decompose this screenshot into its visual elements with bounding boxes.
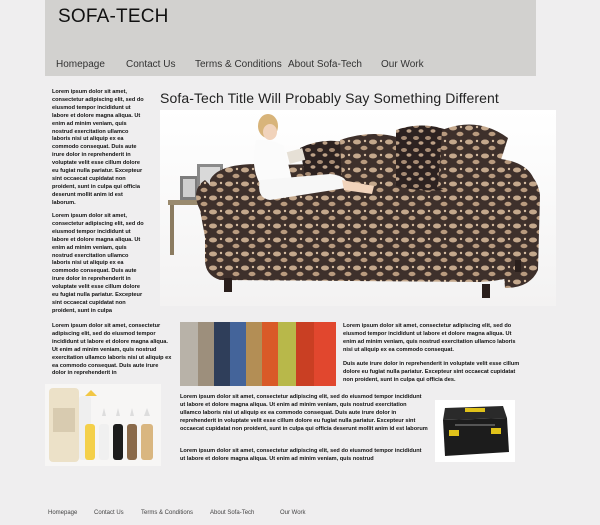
- left-paragraph-3: Lorem ipsum dolor sit amet, consectetur …: [52, 323, 172, 377]
- footer-about-sofa-tech[interactable]: About Sofa-Tech: [210, 510, 254, 516]
- right-paragraph-2: Duis aute irure dolor in reprehenderit i…: [343, 361, 520, 383]
- page-title: Sofa-Tech Title Will Probably Say Someth…: [160, 90, 499, 106]
- nav-contact-us[interactable]: Contact Us: [126, 59, 175, 70]
- nav-our-work[interactable]: Our Work: [381, 59, 424, 70]
- nav-about-sofa-tech[interactable]: About Sofa-Tech: [288, 59, 362, 70]
- nav-homepage[interactable]: Homepage: [56, 59, 105, 70]
- toolbox-image: [435, 400, 515, 462]
- center-paragraph-2: Lorem ipsum dolor sit amet, consectetur …: [180, 448, 422, 462]
- footer-homepage[interactable]: Homepage: [48, 510, 77, 516]
- footer-contact-us[interactable]: Contact Us: [94, 510, 124, 516]
- site-logo[interactable]: SOFA-TECH: [58, 6, 169, 28]
- right-paragraph-1: Lorem ipsum dolor sit amet, consectetur …: [343, 323, 516, 353]
- nav-terms-conditions[interactable]: Terms & Conditions: [195, 59, 282, 70]
- footer-terms-conditions[interactable]: Terms & Conditions: [141, 510, 193, 516]
- footer-our-work[interactable]: Our Work: [280, 510, 306, 516]
- fabric-swatches-image: [180, 322, 336, 386]
- dye-bottles-image: [45, 384, 161, 466]
- center-paragraph-1: Lorem ipsum dolor sit amet, consectetur …: [180, 394, 428, 432]
- left-paragraph-2: Lorem ipsum dolor sit amet, consectetur …: [52, 213, 144, 314]
- hero-sofa-image: [160, 110, 556, 306]
- left-paragraph-1: Lorem ipsum dolor sit amet, consectetur …: [52, 89, 144, 206]
